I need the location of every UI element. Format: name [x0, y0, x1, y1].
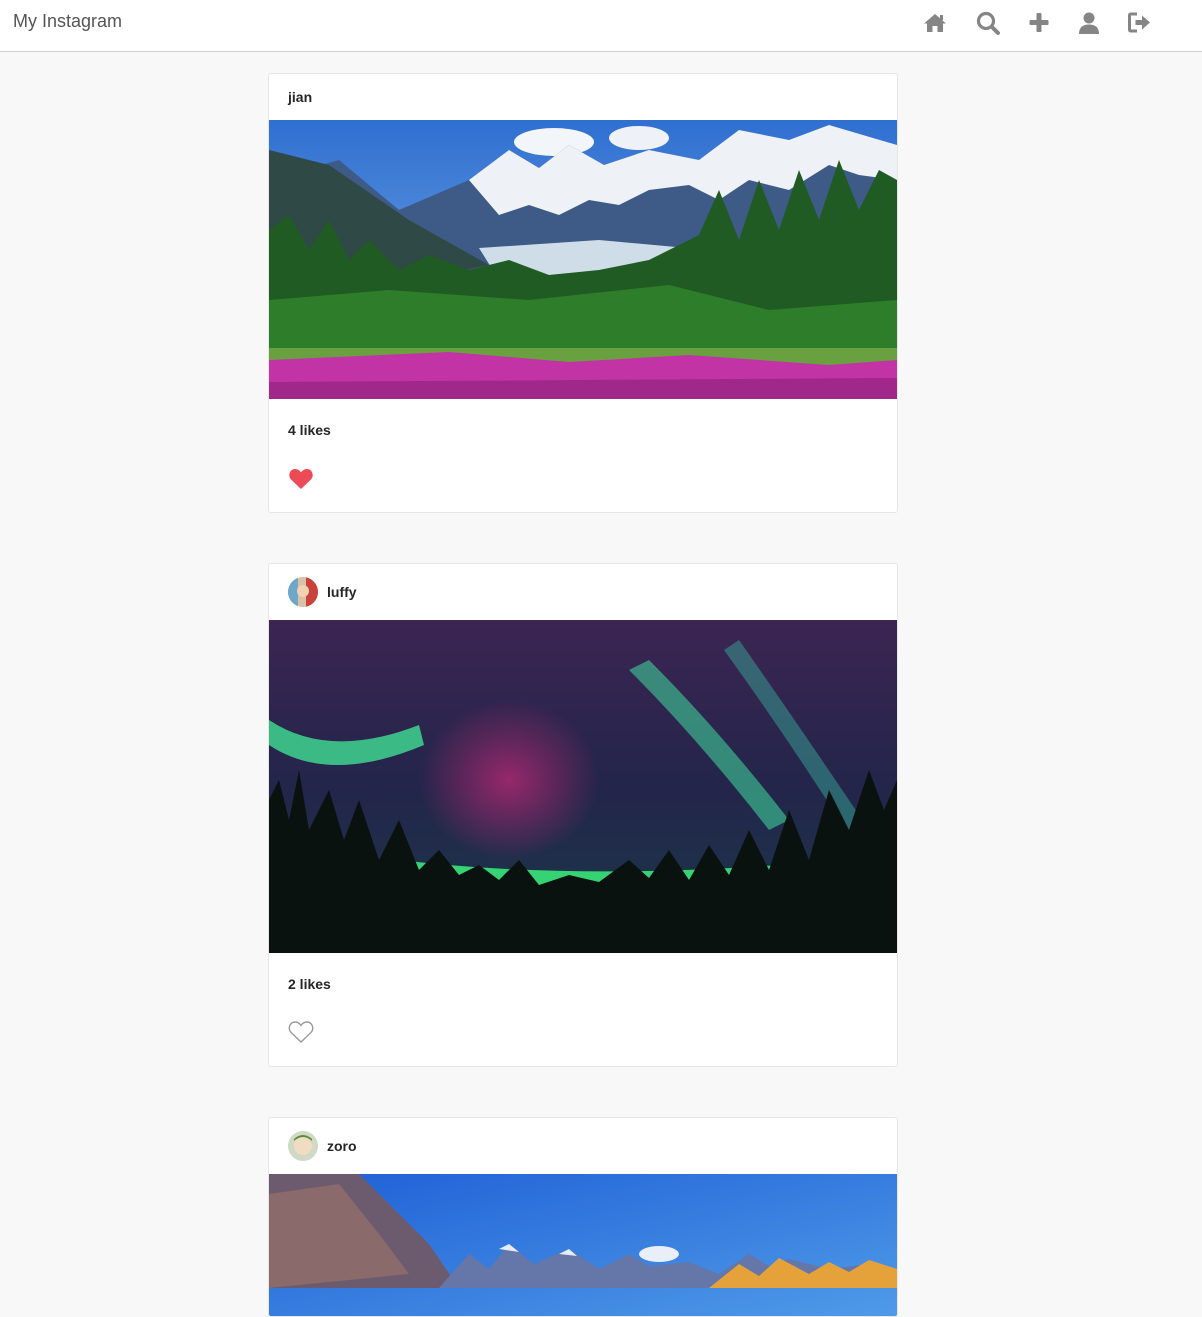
heart-outline-icon[interactable]	[288, 1020, 314, 1044]
post-image[interactable]	[269, 1174, 897, 1316]
post-likes-count: 2 likes	[288, 976, 331, 992]
user-icon[interactable]	[1076, 10, 1102, 36]
post-header: zoro	[269, 1118, 897, 1174]
plus-icon[interactable]	[1026, 10, 1052, 36]
top-navbar: My Instagram	[0, 0, 1202, 52]
home-icon[interactable]	[922, 10, 948, 36]
post-username[interactable]: zoro	[327, 1138, 357, 1154]
logout-icon[interactable]	[1127, 10, 1153, 36]
post-header: luffy	[269, 564, 897, 620]
post-image[interactable]	[269, 620, 897, 953]
post-card: zoro	[268, 1117, 898, 1317]
post-header: jian	[269, 74, 897, 120]
post-username[interactable]: luffy	[327, 584, 357, 600]
avatar[interactable]	[288, 1131, 318, 1161]
post-likes-count: 4 likes	[288, 422, 331, 438]
heart-icon[interactable]	[288, 467, 314, 491]
post-card: luffy 2 likes	[268, 563, 898, 1067]
post-card: jian 4 likes	[268, 73, 898, 513]
post-image[interactable]	[269, 120, 897, 399]
search-icon[interactable]	[975, 10, 1001, 36]
brand-title[interactable]: My Instagram	[13, 11, 122, 32]
post-username[interactable]: jian	[288, 89, 312, 105]
avatar[interactable]	[288, 577, 318, 607]
